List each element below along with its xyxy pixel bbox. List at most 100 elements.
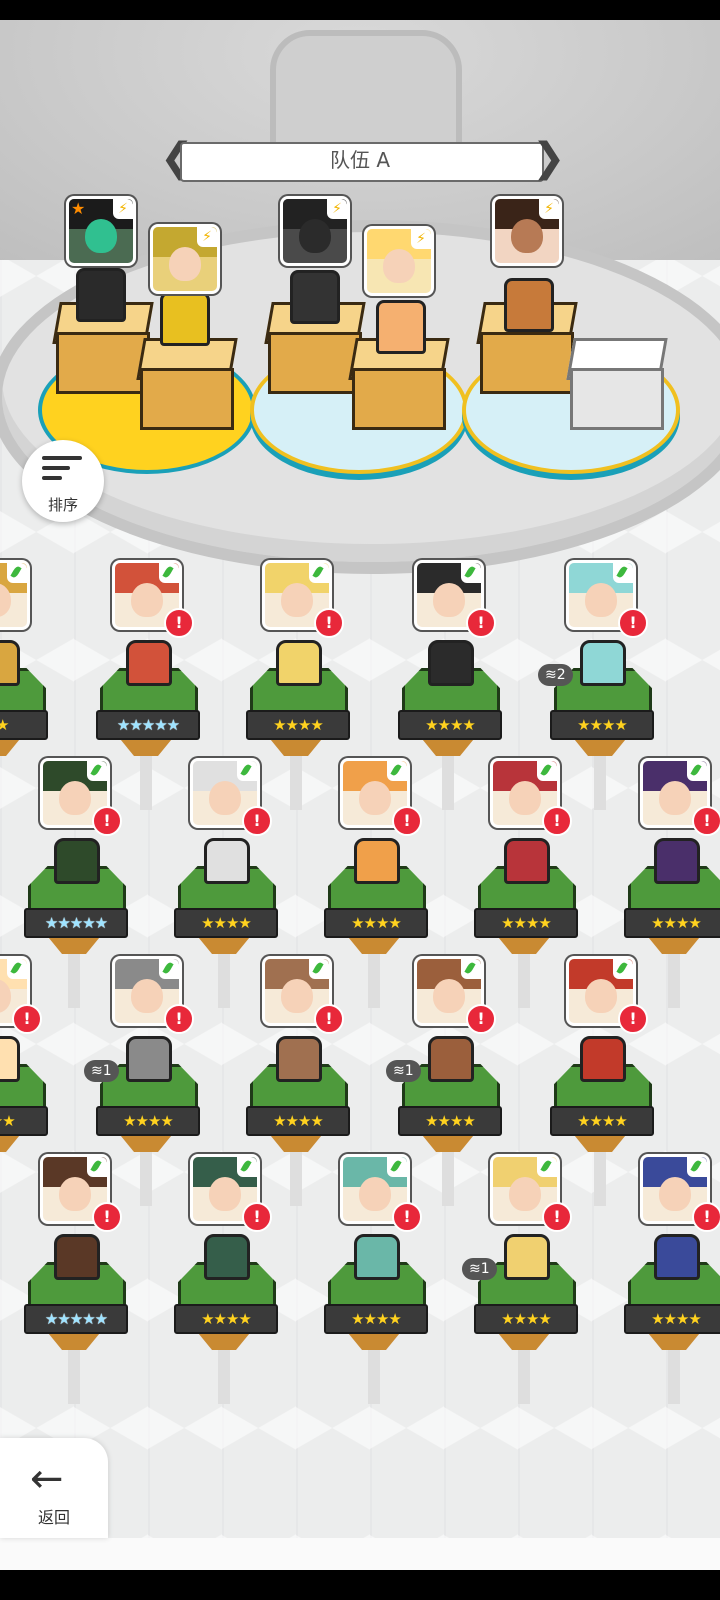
alert-icon: ! [466,1004,496,1034]
character-plinth[interactable]: ★★★★ [174,1234,278,1404]
alert-icon: ! [164,608,194,638]
alert-icon: ! [618,608,648,638]
nature-element-icon [159,563,179,583]
lightning-element-icon: ⚡ [197,227,217,247]
team-name-label: 队伍 A [329,148,391,172]
navigation-bar [0,1570,720,1600]
character-sprite [580,640,626,686]
duplicate-count-badge: ≋1 [84,1060,119,1082]
lightning-element-icon: ⚡ [327,199,347,219]
character-sprite [428,1036,474,1082]
team-selector: ❮ 队伍 A ❯ [160,138,566,184]
nature-element-icon [461,959,481,979]
character-sprite [204,1234,250,1280]
character-plinth[interactable]: ★★★ [0,1036,48,1154]
next-team-arrow-icon[interactable]: ❯ [532,138,566,182]
back-button[interactable]: ← 返回 [0,1438,108,1538]
character-plinth[interactable]: ★★ [0,640,48,758]
star-rating: ★★★★ [474,908,578,938]
alert-icon: ! [542,806,572,836]
nature-element-icon [387,761,407,781]
nature-element-icon [309,563,329,583]
character-sprite [54,1234,100,1280]
star-rating: ★★★★ [174,1304,278,1334]
star-rating: ★★★ [0,1106,48,1136]
back-label: 返回 [37,1508,70,1527]
star-rating: ★★★★ [96,1106,200,1136]
star-rating: ★★★★ [550,710,654,740]
team-member-portrait[interactable]: ⚡ [150,224,220,294]
nature-element-icon [237,761,257,781]
character-sprite [276,1036,322,1082]
character-plinth[interactable]: ★★★★ [324,1234,428,1404]
character-plinth[interactable]: ★★★★ [246,1036,350,1206]
team-member-portrait[interactable]: ⚡ [364,226,434,296]
character-plinth[interactable]: ★★★★ [474,838,578,1008]
alert-icon: ! [242,1202,272,1232]
character-sprite [504,838,550,884]
nature-element-icon [7,563,27,583]
character-sprite [354,1234,400,1280]
alert-icon: ! [392,806,422,836]
character-portrait[interactable] [0,560,30,630]
lightning-element-icon: ⚡ [411,229,431,249]
sort-button[interactable]: 排序 [22,440,104,522]
star-rating: ★★★★ [550,1106,654,1136]
star-rating: ★★ [0,710,48,740]
character-plinth[interactable]: ★★★★ [324,838,428,1008]
team-member-sprite[interactable] [160,292,210,346]
character-sprite [276,640,322,686]
alert-icon: ! [618,1004,648,1034]
team-member-sprite[interactable] [504,278,554,332]
team-member-sprite[interactable] [76,268,126,322]
star-rating: ★★★★★ [24,1304,128,1334]
status-bar [0,0,720,20]
lightning-element-icon: ⚡ [113,199,133,219]
team-member-sprite[interactable] [376,300,426,354]
alert-icon: ! [12,1004,42,1034]
alert-icon: ! [164,1004,194,1034]
character-plinth[interactable]: ★★★★ [246,640,350,810]
character-sprite [504,1234,550,1280]
character-sprite [54,838,100,884]
alert-icon: ! [314,608,344,638]
star-rating: ★★★★ [474,1304,578,1334]
character-sprite [354,838,400,884]
nature-element-icon [309,959,329,979]
character-plinth[interactable]: ★★★★★ [96,640,200,810]
nature-element-icon [687,1157,707,1177]
team-member-sprite[interactable] [290,270,340,324]
alert-icon: ! [542,1202,572,1232]
character-plinth[interactable]: ★★★★ [550,1036,654,1206]
duplicate-count-badge: ≋1 [462,1258,497,1280]
character-plinth[interactable]: ★★★★ [624,838,720,1008]
character-sprite [0,640,20,686]
team-member-portrait[interactable]: ⚡ [492,196,562,266]
character-plinth[interactable]: ★★★★ [174,838,278,1008]
character-plinth[interactable]: ★★★★★ [24,1234,128,1404]
duplicate-count-badge: ≋2 [538,664,573,686]
character-sprite [126,1036,172,1082]
nature-element-icon [7,959,27,979]
character-plinth[interactable]: ★★★★ [624,1234,720,1404]
star-rating: ★★★★★ [96,710,200,740]
character-plinth[interactable]: ★★★★★ [24,838,128,1008]
star-rating: ★★★★ [398,1106,502,1136]
character-sprite [654,1234,700,1280]
sort-label: 排序 [47,496,78,514]
alert-icon: ! [92,806,122,836]
lightning-element-icon: ⚡ [539,199,559,219]
character-plinth[interactable]: ★★★★ [398,640,502,810]
star-rating: ★★★★ [246,710,350,740]
star-rating: ★★★★ [174,908,278,938]
nature-element-icon [687,761,707,781]
star-rating: ★★★★ [624,908,720,938]
nature-element-icon [537,1157,557,1177]
duplicate-count-badge: ≋1 [386,1060,421,1082]
arena-emblem [270,30,462,152]
team-member-portrait[interactable]: ★ ⚡ [66,196,136,266]
alert-icon: ! [692,1202,720,1232]
alert-icon: ! [314,1004,344,1034]
empty-team-block[interactable] [566,338,668,430]
team-member-portrait[interactable]: ⚡ [280,196,350,266]
